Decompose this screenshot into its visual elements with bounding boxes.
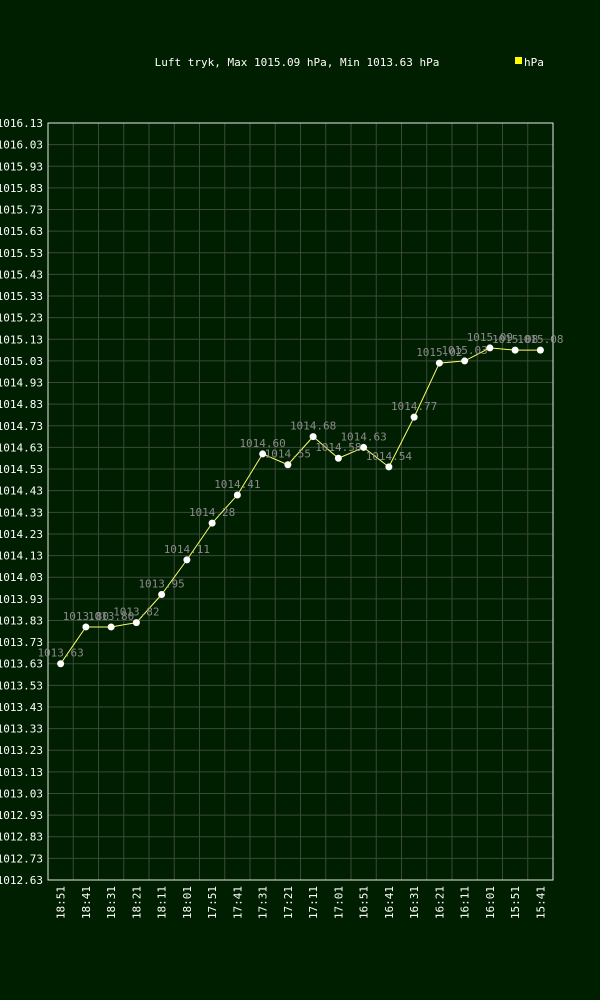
data-point (82, 623, 90, 631)
data-label: 1014.77 (391, 400, 437, 413)
y-tick-label: 1015.33 (0, 290, 43, 303)
data-point (511, 346, 519, 354)
y-tick-label: 1013.83 (0, 614, 43, 627)
y-tick-label: 1015.23 (0, 312, 43, 325)
data-point (107, 623, 115, 631)
y-tick-label: 1015.83 (0, 182, 43, 195)
data-label: 1014.63 (340, 430, 386, 443)
data-label: 1013.63 (37, 647, 83, 660)
y-tick-label: 1015.73 (0, 204, 43, 217)
y-tick-label: 1013.23 (0, 744, 43, 757)
x-tick-label: 16:01 (484, 886, 497, 919)
y-tick-label: 1014.83 (0, 398, 43, 411)
y-tick-label: 1014.03 (0, 571, 43, 584)
data-point (233, 491, 241, 499)
y-tick-label: 1014.43 (0, 485, 43, 498)
data-label: 1014.68 (290, 420, 336, 433)
y-tick-label: 1015.13 (0, 333, 43, 346)
data-point (334, 454, 342, 462)
y-tick-label: 1015.43 (0, 268, 43, 281)
chart: Luft tryk, Max 1015.09 hPa, Min 1013.63 … (0, 56, 564, 919)
y-tick-label: 1015.53 (0, 247, 43, 260)
x-tick-label: 17:11 (307, 886, 320, 919)
chart-title: Luft tryk, Max 1015.09 hPa, Min 1013.63 … (155, 56, 440, 69)
x-tick-label: 18:21 (130, 886, 143, 919)
data-point (360, 443, 368, 451)
x-tick-label: 15:51 (509, 886, 522, 919)
x-tick-label: 16:21 (433, 886, 446, 919)
y-tick-label: 1012.93 (0, 809, 43, 822)
data-point (309, 433, 317, 441)
y-tick-label: 1015.03 (0, 355, 43, 368)
legend: hPa (515, 56, 544, 69)
data-label: 1014.41 (214, 478, 260, 491)
y-tick-label: 1015.63 (0, 225, 43, 238)
data-point (183, 556, 191, 564)
data-point (158, 591, 166, 599)
data-label: 1014.28 (189, 506, 235, 519)
data-point (259, 450, 267, 458)
x-tick-label: 15:41 (534, 886, 547, 919)
x-tick-label: 17:41 (231, 886, 244, 919)
grid (48, 122, 553, 881)
data-label: 1015.08 (517, 333, 563, 346)
data-point (435, 359, 443, 367)
y-tick-label: 1016.13 (0, 117, 43, 130)
y-tick-label: 1013.53 (0, 679, 43, 692)
y-axis-ticks: 1016.13 1016.03 1015.93 1015.83 1015.73 1015.… (0, 117, 43, 887)
y-tick-label: 1012.63 (0, 874, 43, 887)
y-tick-label: 1012.83 (0, 831, 43, 844)
x-tick-label: 17:31 (257, 886, 270, 919)
data-point (57, 660, 65, 668)
x-tick-label: 18:41 (80, 886, 93, 919)
y-tick-label: 1014.13 (0, 550, 43, 563)
data-label: 1013.82 (113, 606, 159, 619)
data-point (132, 619, 140, 627)
x-tick-label: 16:41 (383, 886, 396, 919)
y-tick-label: 1014.23 (0, 528, 43, 541)
legend-label: hPa (524, 56, 544, 69)
legend-swatch (515, 57, 522, 64)
x-tick-label: 17:21 (282, 886, 295, 919)
data-label: 1015.03 (441, 344, 487, 357)
y-tick-label: 1016.03 (0, 139, 43, 152)
y-tick-label: 1013.93 (0, 593, 43, 606)
y-tick-label: 1014.93 (0, 377, 43, 390)
data-point (385, 463, 393, 471)
y-tick-label: 1013.43 (0, 701, 43, 714)
x-tick-label: 17:51 (206, 886, 219, 919)
data-point (284, 461, 292, 469)
y-tick-label: 1014.63 (0, 441, 43, 454)
x-tick-label: 16:31 (408, 886, 421, 919)
y-tick-label: 1015.93 (0, 160, 43, 173)
data-point (410, 413, 418, 421)
data-label: 1014.54 (366, 450, 413, 463)
y-tick-label: 1013.13 (0, 766, 43, 779)
data-point (486, 344, 494, 352)
x-axis-ticks: 18:51 18:41 18:31 18:21 18:11 18:01 17:51 17:41… (55, 886, 548, 919)
x-tick-label: 16:51 (358, 886, 371, 919)
y-tick-label: 1014.53 (0, 463, 43, 476)
x-tick-label: 18:01 (181, 886, 194, 919)
y-tick-label: 1012.73 (0, 852, 43, 865)
y-tick-label: 1014.73 (0, 420, 43, 433)
y-tick-label: 1013.03 (0, 787, 43, 800)
data-point (536, 346, 544, 354)
x-tick-label: 18:51 (55, 886, 68, 919)
x-tick-label: 18:11 (156, 886, 169, 919)
data-point (461, 357, 469, 365)
x-tick-label: 17:01 (332, 886, 345, 919)
data-label: 1014.55 (265, 448, 311, 461)
data-point (208, 519, 216, 527)
x-tick-label: 16:11 (459, 886, 472, 919)
data-label: 1013.95 (138, 578, 184, 591)
y-tick-label: 1014.33 (0, 506, 43, 519)
y-tick-label: 1013.33 (0, 723, 43, 736)
x-tick-label: 18:31 (105, 886, 118, 919)
data-label: 1014.11 (164, 543, 210, 556)
